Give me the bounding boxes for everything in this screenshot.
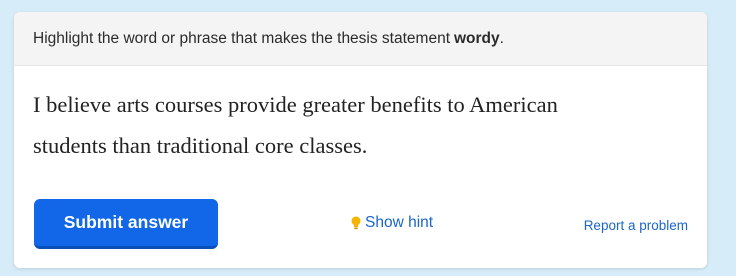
instruction-period: . [499, 29, 504, 47]
word-arts[interactable]: arts [117, 92, 150, 117]
show-hint-link[interactable]: Show hint [351, 214, 433, 232]
instruction-bar: Highlight the word or phrase that makes … [14, 12, 707, 66]
sentence-line-1: I believe arts courses provide greater b… [33, 84, 673, 125]
instruction-text: Highlight the word or phrase that makes … [33, 29, 450, 47]
thesis-sentence: I believe arts courses provide greater b… [33, 84, 673, 166]
word-courses[interactable]: courses [155, 92, 222, 117]
word-than[interactable]: than [112, 133, 151, 158]
word-core[interactable]: core [255, 133, 294, 158]
report-problem-link[interactable]: Report a problem [584, 218, 688, 233]
word-american[interactable]: American [469, 92, 558, 117]
word-students[interactable]: students [33, 133, 107, 158]
word-provide[interactable]: provide [228, 92, 297, 117]
word-classes[interactable]: classes. [299, 133, 367, 158]
lightbulb-icon [351, 216, 361, 230]
word-traditional[interactable]: traditional [157, 133, 249, 158]
word-believe[interactable]: believe [46, 92, 111, 117]
exercise-card: Highlight the word or phrase that makes … [14, 12, 707, 268]
show-hint-label: Show hint [365, 214, 434, 231]
word-i[interactable]: I [33, 92, 41, 117]
word-benefits[interactable]: benefits [370, 92, 441, 117]
submit-answer-button[interactable]: Submit answer [34, 199, 218, 249]
word-to[interactable]: to [447, 92, 465, 117]
word-greater[interactable]: greater [302, 92, 364, 117]
sentence-line-2: students than traditional core classes. [33, 125, 673, 166]
instruction-emphasis: wordy [454, 29, 500, 47]
